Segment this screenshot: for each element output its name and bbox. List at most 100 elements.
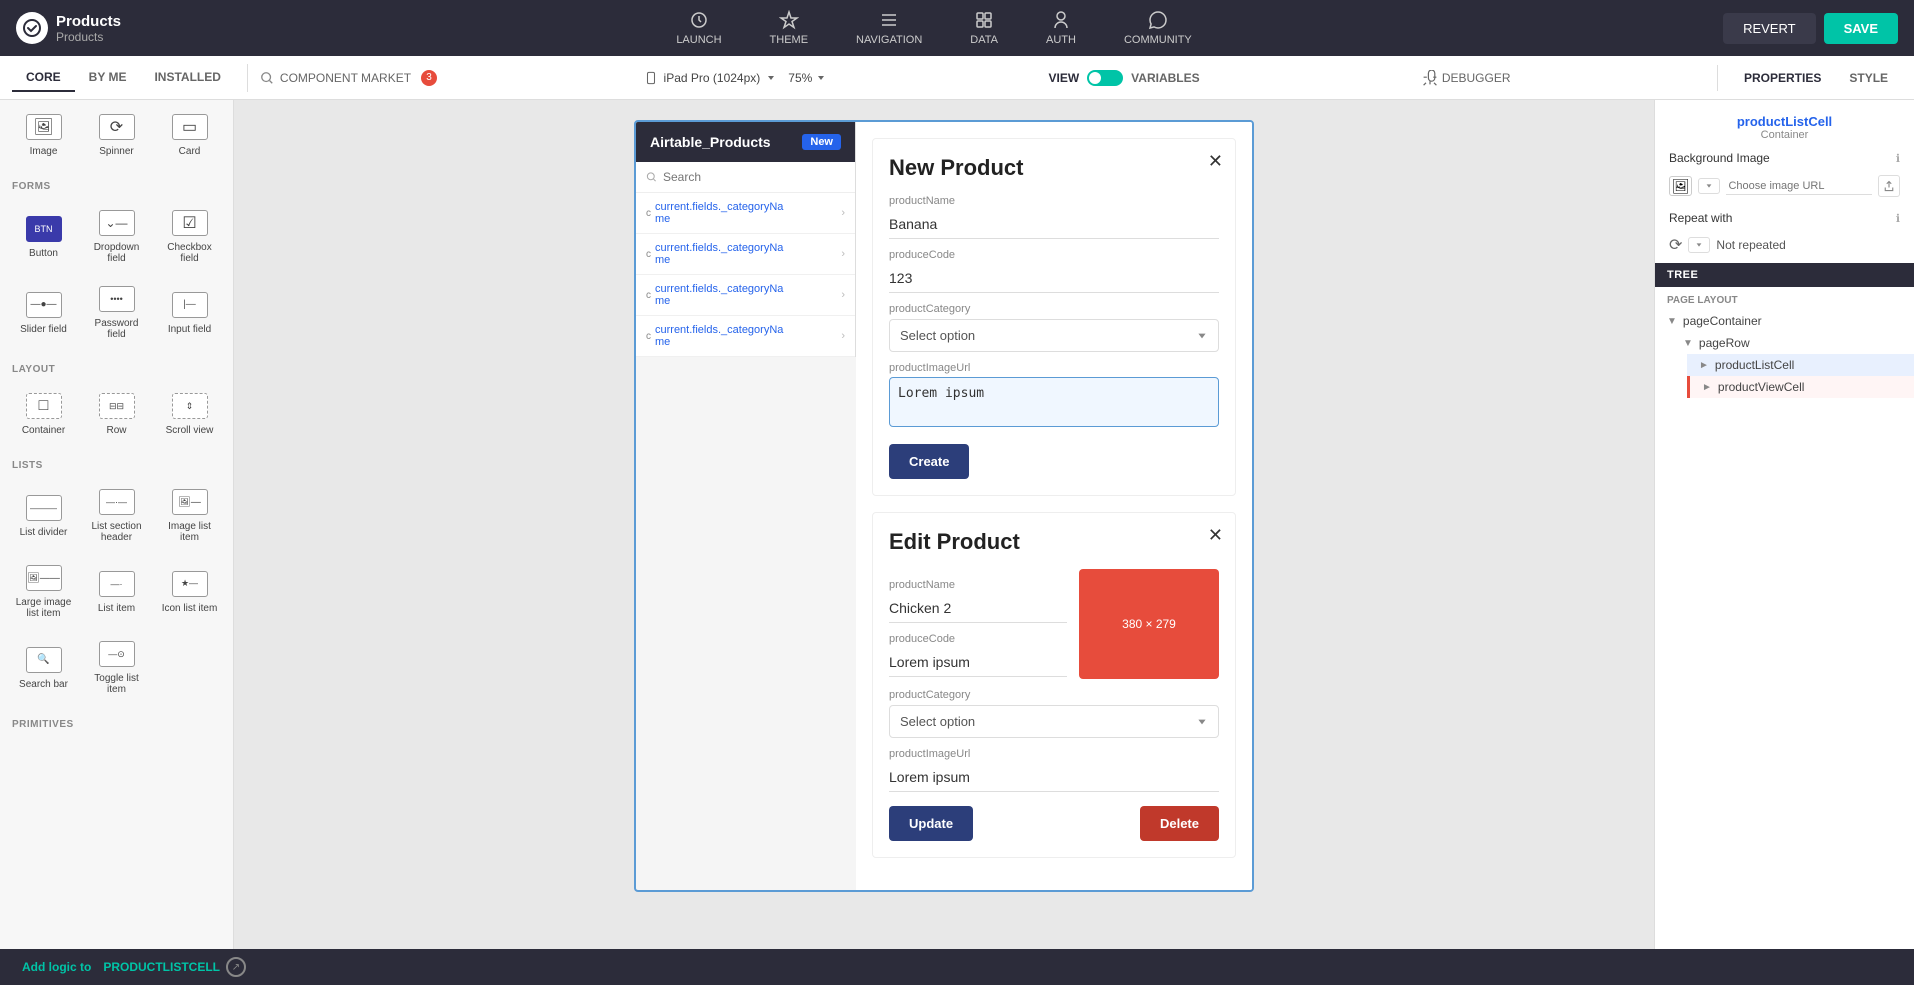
component-input[interactable]: |— Input field bbox=[154, 276, 225, 350]
chevron-down-icon bbox=[766, 73, 776, 83]
component-checkbox[interactable]: ☑ Checkbox field bbox=[154, 200, 225, 274]
edit-product-name-input[interactable] bbox=[889, 594, 1067, 623]
delete-button[interactable]: Delete bbox=[1140, 806, 1219, 841]
data-nav-item[interactable]: DATA bbox=[946, 10, 1022, 46]
list-item[interactable]: c current.fields._categoryName › bbox=[636, 234, 855, 275]
zoom-chevron-icon bbox=[816, 73, 826, 83]
new-product-close[interactable]: ✕ bbox=[1208, 151, 1223, 172]
auth-nav-item[interactable]: AUTH bbox=[1022, 10, 1100, 46]
tab-byme[interactable]: BY ME bbox=[75, 64, 141, 92]
component-list-item[interactable]: —· List item bbox=[81, 555, 152, 629]
left-panel: 🖼 Image ⟳ Spinner ▭ Card FORMS BTN Butto… bbox=[0, 100, 234, 985]
tab-style[interactable]: STYLE bbox=[1835, 65, 1902, 91]
toggle-list-icon: —⊙ bbox=[99, 641, 135, 667]
component-list-divider[interactable]: ——— List divider bbox=[8, 479, 79, 553]
product-name-input[interactable] bbox=[889, 210, 1219, 239]
canvas-content: Airtable_Products New c current.fields._… bbox=[636, 122, 1252, 890]
checkbox-icon: ☑ bbox=[172, 210, 208, 236]
background-image-url-input[interactable] bbox=[1726, 178, 1872, 195]
navigation-nav-item[interactable]: NAVIGATION bbox=[832, 10, 946, 46]
background-image-dropdown[interactable] bbox=[1698, 178, 1720, 194]
debugger-button[interactable]: DEBUGGER bbox=[1422, 70, 1511, 86]
list-item[interactable]: c current.fields._categoryName › bbox=[636, 316, 855, 357]
revert-button[interactable]: REVERT bbox=[1723, 13, 1816, 44]
save-button[interactable]: SAVE bbox=[1824, 13, 1898, 44]
component-image[interactable]: 🖼 Image bbox=[8, 104, 79, 167]
layout-grid: □ Container ⊟⊟ Row ⇕ Scroll view bbox=[0, 379, 233, 450]
list-search bbox=[636, 162, 855, 193]
component-list-section-header[interactable]: —·— List section header bbox=[81, 479, 152, 553]
scroll-icon: ⇕ bbox=[172, 393, 208, 419]
lists-grid: ——— List divider —·— List section header… bbox=[0, 475, 233, 709]
component-icon-list[interactable]: ★— Icon list item bbox=[154, 555, 225, 629]
canvas-frame[interactable]: Airtable_Products New c current.fields._… bbox=[634, 120, 1254, 892]
produce-code-input[interactable] bbox=[889, 264, 1219, 293]
tab-core[interactable]: CORE bbox=[12, 64, 75, 92]
component-spinner[interactable]: ⟳ Spinner bbox=[81, 104, 152, 167]
spinner-icon: ⟳ bbox=[99, 114, 135, 140]
launch-nav-item[interactable]: LAUNCH bbox=[652, 10, 745, 46]
button-icon: BTN bbox=[26, 216, 62, 242]
component-scroll[interactable]: ⇕ Scroll view bbox=[154, 383, 225, 446]
tree-item-pagerow[interactable]: ▼ pageRow bbox=[1671, 332, 1914, 354]
component-container[interactable]: □ Container bbox=[8, 383, 79, 446]
list-divider-icon: ——— bbox=[26, 495, 62, 521]
list-item[interactable]: c current.fields._categoryName › bbox=[636, 193, 855, 234]
edit-product-area: productName produceCode 380 × 279 bbox=[889, 569, 1219, 679]
edit-product-fields: productName produceCode bbox=[889, 569, 1067, 679]
nav-items: LAUNCH THEME NAVIGATION DATA AUTH bbox=[145, 10, 1723, 46]
create-button[interactable]: Create bbox=[889, 444, 969, 479]
image-dropdown-chevron bbox=[1705, 182, 1713, 190]
component-market-search: COMPONENT MARKET 3 bbox=[260, 70, 437, 86]
edit-product-image-url-input[interactable] bbox=[889, 763, 1219, 792]
update-button[interactable]: Update bbox=[889, 806, 973, 841]
component-image-list-item[interactable]: 🖼— Image list item bbox=[154, 479, 225, 553]
list-header: Airtable_Products New bbox=[636, 122, 855, 162]
tab-installed[interactable]: INSTALLED bbox=[140, 64, 234, 92]
edit-select-chevron-icon bbox=[1196, 716, 1208, 728]
theme-nav-item[interactable]: THEME bbox=[746, 10, 833, 46]
edit-product-close[interactable]: ✕ bbox=[1208, 525, 1223, 546]
repeat-value: Not repeated bbox=[1716, 238, 1900, 252]
toolbar: CORE BY ME INSTALLED COMPONENT MARKET 3 … bbox=[0, 56, 1914, 100]
app-name-area: Products Products bbox=[56, 13, 121, 44]
background-image-controls: 🖼 bbox=[1669, 175, 1900, 197]
list-item[interactable]: c current.fields._categoryName › bbox=[636, 275, 855, 316]
component-row[interactable]: ⊟⊟ Row bbox=[81, 383, 152, 446]
component-card[interactable]: ▭ Card bbox=[154, 104, 225, 167]
page-layout-label: PAGE LAYOUT bbox=[1655, 287, 1914, 310]
tree-header: TREE bbox=[1655, 263, 1914, 287]
component-search-bar[interactable]: 🔍 Search bar bbox=[8, 631, 79, 705]
search-bar-icon: 🔍 bbox=[26, 647, 62, 673]
product-image-url-input[interactable]: Lorem ipsum bbox=[889, 377, 1219, 427]
repeat-dropdown[interactable] bbox=[1688, 237, 1710, 253]
app-logo-area: Products Products bbox=[16, 12, 121, 44]
view-toggle-switch[interactable] bbox=[1087, 70, 1123, 86]
zoom-selector[interactable]: 75% bbox=[788, 71, 826, 85]
community-nav-item[interactable]: COMMUNITY bbox=[1100, 10, 1216, 46]
component-button[interactable]: BTN Button bbox=[8, 200, 79, 274]
new-badge[interactable]: New bbox=[802, 134, 841, 150]
add-logic-icon[interactable]: ↗ bbox=[226, 957, 246, 977]
component-toggle-list[interactable]: —⊙ Toggle list item bbox=[81, 631, 152, 705]
edit-product-category-select[interactable]: Select option bbox=[889, 705, 1219, 738]
background-image-upload-btn[interactable] bbox=[1878, 175, 1900, 197]
device-selector[interactable]: iPad Pro (1024px) bbox=[644, 71, 777, 85]
tab-properties[interactable]: PROPERTIES bbox=[1730, 65, 1835, 91]
component-large-image-list[interactable]: 🖼—— Large image list item bbox=[8, 555, 79, 629]
slider-icon: —●— bbox=[26, 292, 62, 318]
background-image-type-icon: 🖼 bbox=[1669, 176, 1692, 196]
product-category-select[interactable]: Select option bbox=[889, 319, 1219, 352]
tree-item-productviewcell[interactable]: ► productViewCell bbox=[1687, 376, 1914, 398]
component-password[interactable]: •••• Password field bbox=[81, 276, 152, 350]
component-dropdown[interactable]: ⌄— Dropdown field bbox=[81, 200, 152, 274]
list-scroll[interactable]: c current.fields._categoryName › c curre… bbox=[636, 193, 855, 357]
bottom-bar: Add logic to PRODUCTLISTCELL ↗ bbox=[0, 949, 1914, 985]
tree-item-pagecontainer[interactable]: ▼ pageContainer bbox=[1655, 310, 1914, 332]
component-slider[interactable]: —●— Slider field bbox=[8, 276, 79, 350]
repeat-controls: ⟳ Not repeated bbox=[1669, 235, 1900, 255]
tree-item-productlistcell[interactable]: ► productListCell bbox=[1687, 354, 1914, 376]
background-image-row: Background Image ℹ bbox=[1669, 151, 1900, 165]
edit-produce-code-input[interactable] bbox=[889, 648, 1067, 677]
list-search-input[interactable] bbox=[663, 170, 845, 184]
